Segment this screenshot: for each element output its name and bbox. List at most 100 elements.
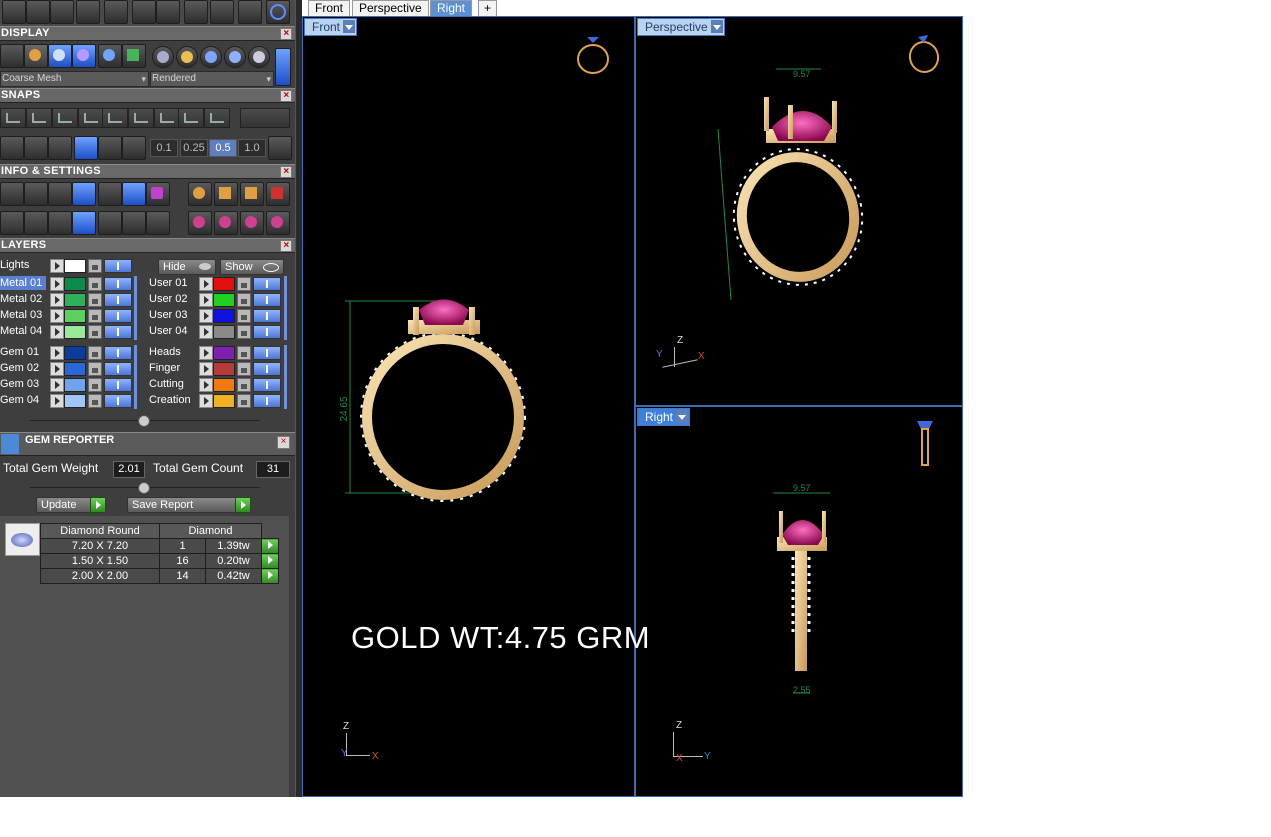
layer-lock-icon[interactable]	[237, 378, 251, 392]
tab-right[interactable]: Right	[430, 0, 473, 16]
layer-name[interactable]: Creation	[149, 393, 199, 407]
hide-layers-button[interactable]: Hide	[158, 259, 216, 275]
gem-row-go-icon[interactable]	[261, 553, 279, 569]
snap-increment-1[interactable]: 0.1	[150, 139, 178, 157]
layer-name[interactable]: Metal 04	[0, 324, 46, 338]
snap-plane-icon[interactable]	[98, 136, 122, 160]
snap-increment-2[interactable]: 0.25	[180, 139, 208, 157]
trash-tool-icon[interactable]	[238, 0, 262, 24]
sphere-rendered-icon[interactable]	[72, 44, 96, 68]
display-header[interactable]: DISPLAY ×	[0, 26, 295, 41]
layer-visibility-toggle[interactable]	[253, 394, 281, 408]
layer-color-swatch[interactable]	[213, 362, 235, 376]
snaps-header[interactable]: SNAPS ×	[0, 88, 295, 103]
splitter-grip-icon[interactable]	[138, 482, 150, 494]
layer-lock-icon[interactable]	[237, 293, 251, 307]
brush-icon[interactable]	[188, 182, 212, 206]
layer-row[interactable]: Gem 04	[0, 393, 135, 408]
printer-icon[interactable]	[48, 182, 72, 206]
close-layers-icon[interactable]: ×	[280, 240, 292, 252]
layer-lock-icon[interactable]	[88, 325, 102, 339]
perspective-viewport[interactable]: Perspective 9.57 Z Y X	[635, 16, 963, 406]
snap-increment-4[interactable]: 1.0	[238, 139, 266, 157]
layer-name[interactable]: Gem 01	[0, 345, 46, 359]
circle-tool-icon[interactable]	[266, 0, 290, 24]
close-display-icon[interactable]: ×	[280, 28, 292, 40]
layer-visibility-toggle[interactable]	[253, 362, 281, 376]
layer-name[interactable]: User 02	[149, 292, 199, 306]
layer-visibility-toggle[interactable]	[104, 346, 132, 360]
splitter-grip-icon[interactable]	[138, 415, 150, 427]
scale-tool-icon[interactable]	[156, 0, 180, 24]
layer-color-swatch[interactable]	[64, 394, 86, 408]
layer-name[interactable]: User 04	[149, 324, 199, 338]
layer-row[interactable]: Heads	[145, 345, 281, 360]
layer-color-swatch[interactable]	[64, 325, 86, 339]
layer-visibility-toggle[interactable]	[253, 277, 281, 291]
layer-color-swatch[interactable]	[213, 346, 235, 360]
snap-settings-icon[interactable]	[240, 108, 290, 128]
layer-lock-icon[interactable]	[88, 394, 102, 408]
material-3-icon[interactable]	[200, 46, 222, 68]
layer-color-swatch[interactable]	[213, 309, 235, 323]
layer-name[interactable]: User 01	[149, 276, 199, 290]
layer-row[interactable]: Gem 03	[0, 377, 135, 392]
layer-visibility-toggle[interactable]	[104, 293, 132, 307]
layer-visibility-toggle[interactable]	[104, 325, 132, 339]
layer-name[interactable]: Metal 02	[0, 292, 46, 306]
layer-lock-icon[interactable]	[237, 309, 251, 323]
transform-tool-icon[interactable]	[2, 0, 26, 24]
layer-color-swatch[interactable]	[213, 394, 235, 408]
lights-expand-icon[interactable]	[50, 259, 64, 273]
snap-center-icon[interactable]	[154, 108, 180, 128]
snap-midline-icon[interactable]	[178, 108, 204, 128]
layer-name[interactable]: User 03	[149, 308, 199, 322]
material-4-icon[interactable]	[224, 46, 246, 68]
layers-header[interactable]: LAYERS ×	[0, 238, 295, 253]
wrench-icon[interactable]	[24, 182, 48, 206]
gem-tool-4-icon[interactable]	[266, 211, 290, 235]
layer-lock-icon[interactable]	[88, 378, 102, 392]
layer-color-swatch[interactable]	[213, 277, 235, 291]
close-gem-reporter-icon[interactable]: ×	[277, 436, 290, 449]
edit-icon[interactable]	[122, 182, 146, 206]
lights-lock-icon[interactable]	[88, 259, 102, 273]
layer-expand-icon[interactable]	[199, 293, 213, 307]
render-select[interactable]: Rendered ▾	[150, 71, 274, 87]
scissors-icon[interactable]	[122, 211, 146, 235]
layer-lock-icon[interactable]	[237, 362, 251, 376]
split-tool-icon[interactable]	[210, 0, 234, 24]
layer-name[interactable]: Metal 01	[0, 276, 46, 290]
layer-expand-icon[interactable]	[199, 346, 213, 360]
display-side-toggle[interactable]	[275, 48, 291, 86]
filter-icon[interactable]	[98, 211, 122, 235]
pointer-view-icon[interactable]	[24, 44, 48, 68]
layer-expand-icon[interactable]	[199, 362, 213, 376]
layer-visibility-toggle[interactable]	[253, 293, 281, 307]
document-icon[interactable]	[98, 182, 122, 206]
layer-visibility-toggle[interactable]	[104, 362, 132, 376]
layer-name[interactable]: Gem 03	[0, 377, 46, 391]
pen-tool-icon[interactable]	[48, 136, 72, 160]
layer-visibility-toggle[interactable]	[253, 309, 281, 323]
tab-front[interactable]: Front	[308, 0, 351, 16]
layer-row[interactable]: Gem 02	[0, 361, 135, 376]
delete-icon[interactable]	[266, 182, 290, 206]
layer-name[interactable]: Gem 02	[0, 361, 46, 375]
export-icon[interactable]	[214, 182, 238, 206]
snap-increment-3[interactable]: 0.5	[209, 139, 237, 157]
layer-expand-icon[interactable]	[199, 277, 213, 291]
report-icon[interactable]	[146, 211, 170, 235]
layer-row[interactable]: Creation	[145, 393, 281, 408]
layer-visibility-toggle[interactable]	[104, 277, 132, 291]
layer-expand-icon[interactable]	[50, 378, 64, 392]
rotate-tool-icon[interactable]	[132, 0, 156, 24]
layer-expand-icon[interactable]	[50, 309, 64, 323]
layer-visibility-toggle[interactable]	[253, 378, 281, 392]
right-viewport[interactable]: Right 9.57 2.55 Z X Y	[635, 406, 963, 797]
update-button[interactable]: Update	[36, 497, 94, 513]
layer-row[interactable]: User 03	[145, 308, 281, 323]
layer-lock-icon[interactable]	[88, 346, 102, 360]
save-report-button[interactable]: Save Report	[127, 497, 237, 513]
snap-grid-icon[interactable]	[0, 108, 26, 128]
